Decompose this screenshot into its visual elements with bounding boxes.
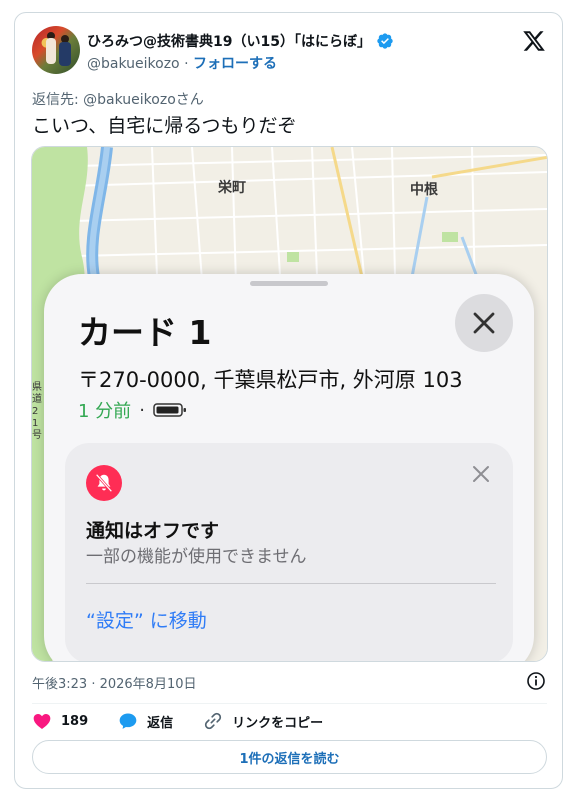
- notifications-off-icon: [86, 465, 122, 501]
- divider: [32, 703, 547, 704]
- author-row: ひろみつ@技術書典19（い15）「はにらぼ」: [87, 31, 394, 51]
- tweet-text: こいつ、自宅に帰るつもりだぞ: [32, 115, 297, 137]
- notification-close-icon[interactable]: [471, 464, 491, 484]
- notification-title: 通知はオフです: [86, 520, 220, 542]
- like-count: 189: [61, 713, 89, 729]
- info-icon[interactable]: [526, 671, 546, 691]
- reply-to-label: 返信先: @bakueikozoさん: [32, 92, 204, 108]
- card-title: カード 1: [78, 313, 212, 352]
- copy-link-label: リンクをコピー: [232, 715, 324, 731]
- follow-button[interactable]: フォローする: [193, 56, 277, 72]
- author-handle[interactable]: @bakueikozo: [87, 56, 180, 72]
- reply-label: 返信: [147, 715, 174, 731]
- avatar[interactable]: [32, 26, 80, 74]
- map-label-nakane: 中根: [410, 182, 438, 198]
- verified-badge-icon: [377, 33, 393, 49]
- notification-divider: [86, 583, 496, 584]
- author-name[interactable]: ひろみつ@技術書典19（い15）「はにらぼ」: [87, 31, 371, 51]
- reply-bubble-icon: [119, 713, 137, 729]
- card-close-button[interactable]: [455, 294, 513, 352]
- heart-icon: [33, 714, 51, 729]
- tweet-card: ひろみつ@技術書典19（い15）「はにらぼ」 @bakueikozo · フォロ…: [14, 12, 563, 789]
- tweet-timestamp[interactable]: 午後3:23 · 2026年8月10日: [32, 673, 197, 692]
- device-card-sheet: カード 1 〒270-0000, 千葉県松戸市, 外河原 103 1 分前 ·: [44, 274, 534, 661]
- sheet-grabber[interactable]: [250, 281, 328, 286]
- battery-icon: [153, 403, 186, 417]
- like-button[interactable]: 189: [32, 711, 88, 731]
- tweet-media[interactable]: 栄町 中根 県道21号 カード 1 〒270-0000, 千葉県松戸市, 外河原…: [31, 146, 548, 662]
- copy-link-button[interactable]: リンクをコピー: [203, 711, 323, 731]
- tweet-actions: 189 返信 リンクをコピー: [32, 710, 353, 732]
- x-logo-icon[interactable]: [522, 29, 546, 53]
- card-address: 〒270-0000, 千葉県松戸市, 外河原 103: [78, 368, 463, 392]
- map-label-sakaecho: 栄町: [218, 180, 246, 196]
- reply-button[interactable]: 返信: [118, 711, 173, 731]
- close-icon: [473, 312, 495, 334]
- map-label-route: 県道21号: [32, 382, 42, 441]
- read-replies-button[interactable]: 1件の返信を読む: [32, 740, 547, 774]
- handle-separator: ·: [184, 56, 189, 72]
- handle-row: @bakueikozo · フォローする: [87, 53, 277, 73]
- link-icon: [205, 712, 222, 730]
- notification-banner: 通知はオフです 一部の機能が使用できません “設定” に移動: [65, 443, 513, 661]
- card-status-separator: ·: [139, 399, 145, 421]
- card-time-ago: 1 分前: [78, 401, 132, 422]
- go-to-settings-link[interactable]: “設定” に移動: [86, 606, 207, 633]
- notification-body: 一部の機能が使用できません: [86, 547, 307, 567]
- card-status-row: 1 分前 ·: [78, 397, 187, 423]
